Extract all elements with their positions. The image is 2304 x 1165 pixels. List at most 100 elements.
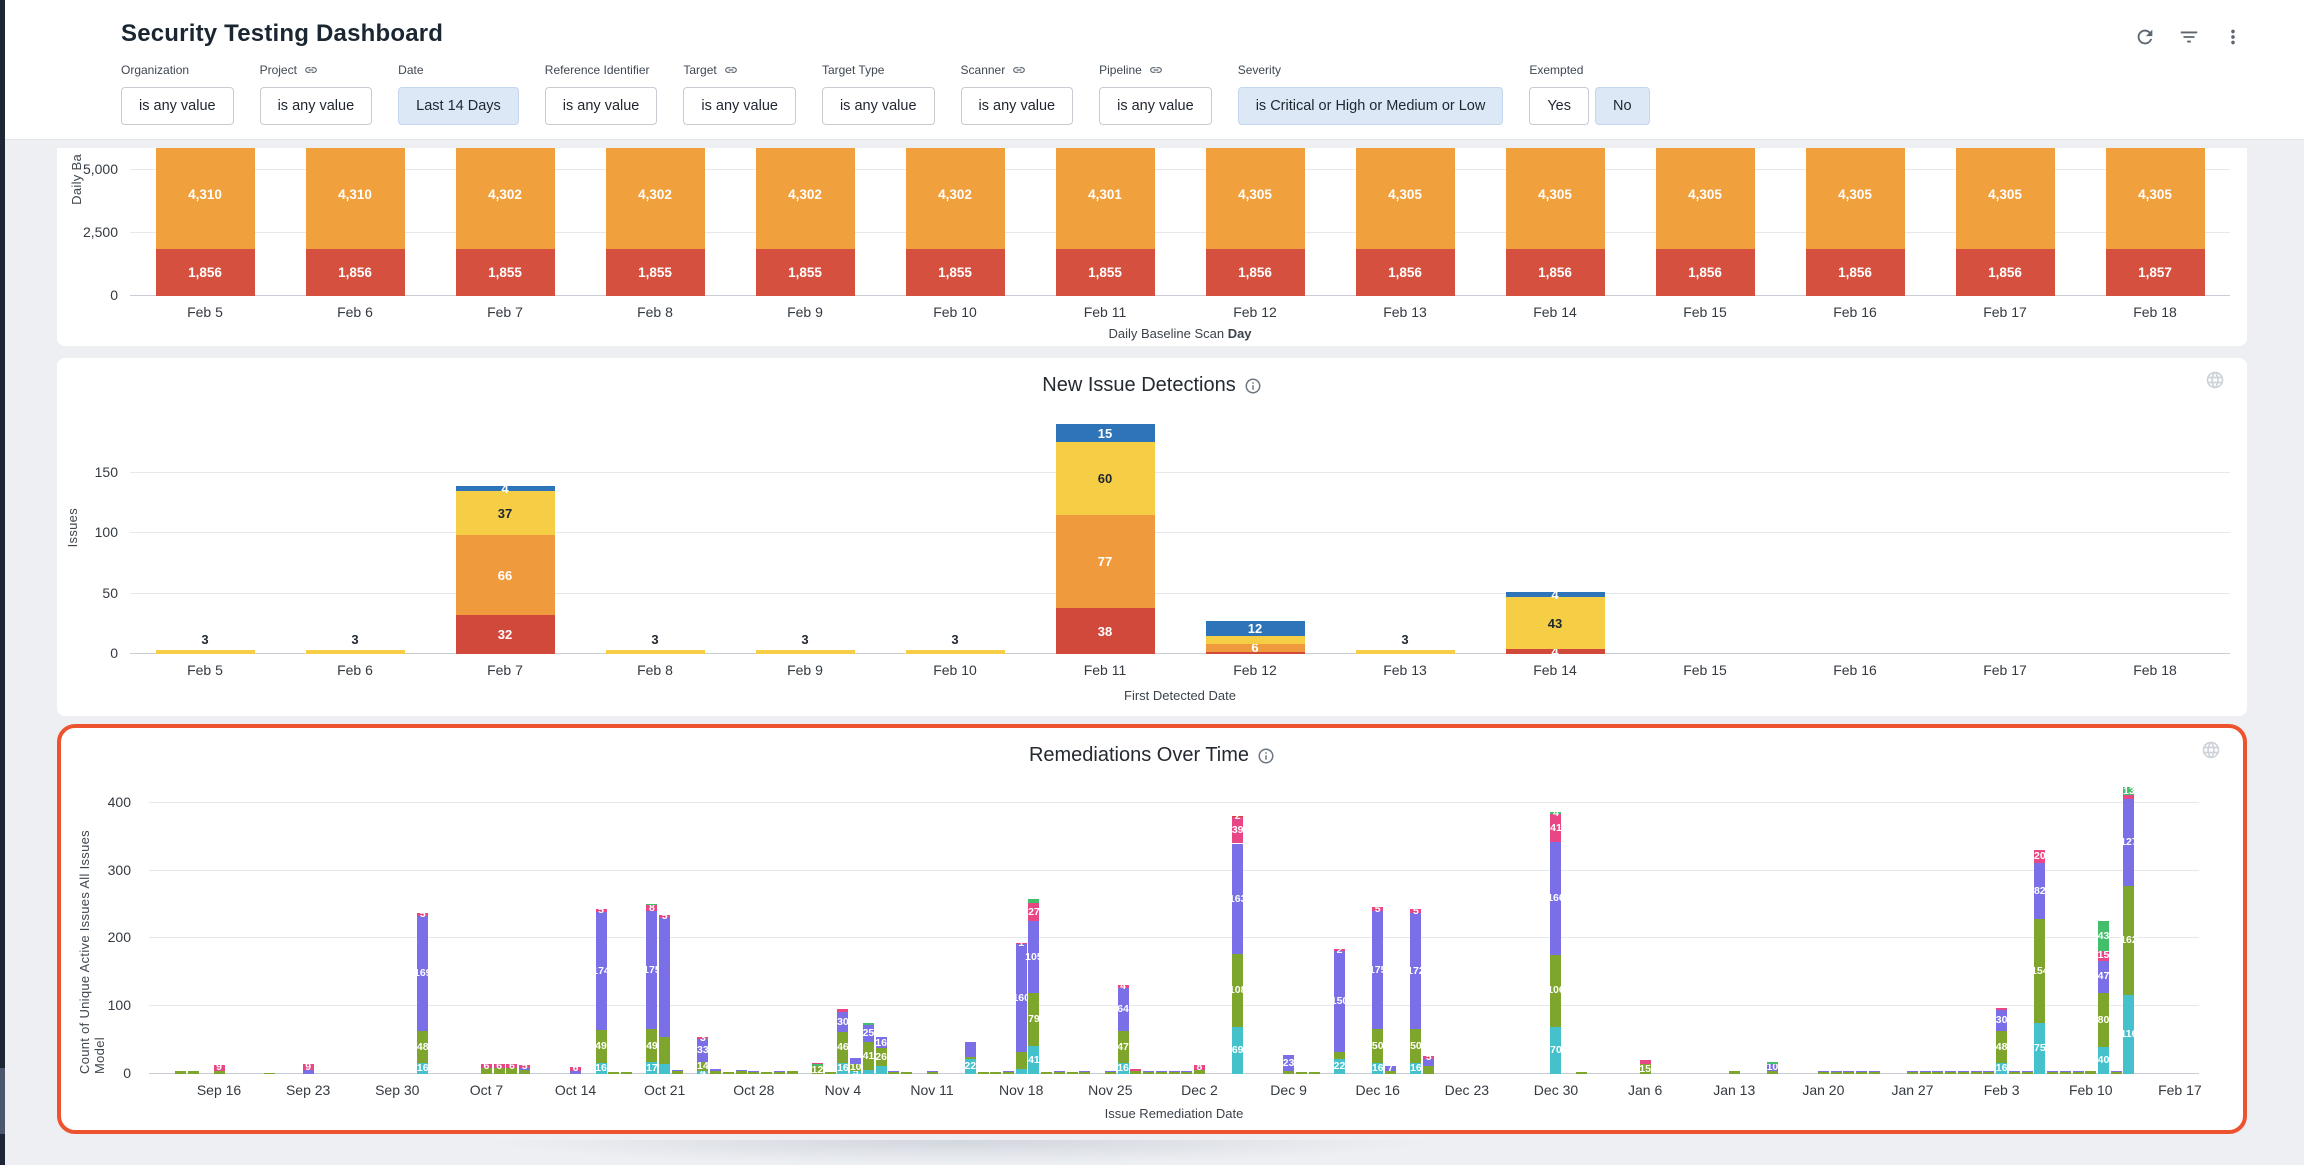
filter-chip-date[interactable]: Last 14 Days [398,87,519,125]
bar-segment[interactable] [2022,1071,2033,1072]
bar-segment[interactable]: 2 [1232,816,1243,817]
remediation-bar[interactable] [1971,1071,1982,1074]
bar-segment[interactable]: 6 [1206,644,1305,651]
bar-segment[interactable] [1028,899,1039,903]
remediation-bar[interactable] [1831,1071,1842,1074]
bar-segment[interactable]: 4 [1506,649,1605,654]
remediation-bar[interactable]: 2616 [876,1037,887,1074]
info-icon[interactable] [1257,747,1275,765]
bar-segment[interactable] [1869,1072,1880,1074]
bar-segment[interactable] [2009,1071,2020,1072]
remediation-bar[interactable]: 164630 [837,1009,848,1074]
remediation-bar[interactable]: 6 [494,1064,505,1074]
remediation-bar[interactable] [1143,1071,1154,1074]
remediation-bar[interactable]: 5 [1423,1056,1434,1074]
remediation-bar[interactable] [1169,1071,1180,1074]
remediation-bar[interactable]: 16491745 [596,909,607,1074]
bar-segment[interactable] [1206,636,1305,644]
bar-segment[interactable] [2047,1071,2058,1072]
bar-segment[interactable]: 77 [1056,515,1155,608]
remediation-bar[interactable]: 12 [812,1062,823,1074]
bar-segment[interactable]: 4,301 [1056,148,1155,249]
remediation-bar[interactable]: 8 [1194,1065,1205,1074]
remediation-bar[interactable] [1958,1071,1969,1074]
bar-segment[interactable]: 64 [1118,988,1129,1031]
daily-baseline-bar[interactable]: 4,3011,855 [1056,148,1155,296]
bar-segment[interactable] [2022,1072,2033,1074]
daily-baseline-bar[interactable]: 4,3051,856 [1806,148,1905,296]
remediation-bar[interactable]: 70106166414 [1550,812,1561,1074]
bar-segment[interactable] [1907,1072,1918,1074]
remediation-bar[interactable] [1576,1072,1587,1074]
bar-segment[interactable] [965,1057,976,1059]
remediation-bar[interactable] [2060,1071,2071,1074]
daily-baseline-bar[interactable]: 4,3051,856 [1206,148,1305,296]
remediation-bar[interactable] [1079,1071,1090,1074]
bar-segment[interactable] [188,1071,199,1074]
bar-segment[interactable] [1130,1071,1141,1074]
bar-segment[interactable] [1843,1071,1854,1072]
bar-segment[interactable]: 1,856 [306,249,405,296]
remediation-bar[interactable] [672,1070,683,1074]
bar-segment[interactable]: 4,305 [1356,148,1455,249]
bar-segment[interactable]: 22 [965,1059,976,1074]
filter-icon[interactable] [2178,26,2200,48]
bar-segment[interactable]: 1,856 [1656,249,1755,296]
bar-segment[interactable] [812,1064,823,1066]
remediation-bar[interactable] [787,1071,798,1074]
bar-segment[interactable] [1283,1071,1294,1074]
bar-segment[interactable] [1729,1071,1740,1074]
bar-segment[interactable]: 16 [417,1063,428,1074]
bar-segment[interactable] [1767,1062,1778,1064]
bar-segment[interactable] [156,650,255,654]
bar-segment[interactable] [1156,1072,1167,1074]
bar-segment[interactable] [825,1072,836,1074]
bar-segment[interactable] [850,1058,861,1064]
bar-segment[interactable] [927,1072,938,1074]
filter-chip-target[interactable]: is any value [683,87,796,125]
bar-segment[interactable]: 47 [1118,1031,1129,1063]
bar-segment[interactable]: 27 [1028,903,1039,921]
bar-segment[interactable]: 2 [1334,949,1345,950]
remediation-bar[interactable]: 69108163392 [1232,816,1243,1074]
bar-segment[interactable]: 175 [646,911,657,1030]
filter-chip-target-type[interactable]: is any value [822,87,935,125]
bar-segment[interactable] [2111,1072,2122,1074]
daily-baseline-bar[interactable]: 4,3051,856 [1356,148,1455,296]
daily-baseline-bar[interactable]: 4,3051,856 [1656,148,1755,296]
remediation-bar[interactable]: 510 [850,1058,861,1074]
bar-segment[interactable]: 16 [1372,1063,1383,1074]
remediation-bar[interactable] [1920,1071,1931,1074]
bar-segment[interactable]: 1,856 [1806,249,1905,296]
bar-segment[interactable]: 16 [1118,1063,1129,1074]
bar-segment[interactable]: 3 [697,1037,708,1039]
remediation-bar[interactable]: 22 [965,1042,976,1074]
remediation-bar[interactable] [927,1071,938,1074]
remediation-bar[interactable] [1054,1071,1065,1074]
daily-baseline-bar[interactable]: 4,3021,855 [606,148,705,296]
bar-segment[interactable] [1423,1066,1434,1074]
new-issue-bar[interactable]: 612 [1206,424,1305,654]
bar-segment[interactable] [659,918,670,1037]
bar-segment[interactable]: 22 [1334,1059,1345,1074]
remediation-bar[interactable] [748,1071,759,1074]
bar-segment[interactable]: 1,856 [1506,249,1605,296]
bar-segment[interactable]: 4,305 [1206,148,1305,249]
bar-segment[interactable]: 20 [2034,850,2045,864]
bar-segment[interactable] [748,1071,759,1072]
bar-segment[interactable] [1983,1072,1994,1074]
filter-option-yes[interactable]: Yes [1529,87,1589,125]
bar-segment[interactable] [1334,1052,1345,1059]
bar-segment[interactable]: 15 [2098,951,2109,961]
bar-segment[interactable] [1856,1072,1867,1074]
bar-segment[interactable]: 70 [1550,1027,1561,1074]
remediation-bar[interactable] [1945,1071,1956,1074]
more-menu-icon[interactable] [2222,26,2244,48]
bar-segment[interactable]: 82 [2034,863,2045,919]
remediation-bar[interactable] [1003,1071,1014,1074]
bar-segment[interactable] [1296,1072,1307,1074]
bar-segment[interactable] [965,1042,976,1057]
daily-baseline-bar[interactable]: 4,3101,856 [156,148,255,296]
filter-chip-pipeline[interactable]: is any value [1099,87,1212,125]
bar-segment[interactable] [748,1072,759,1074]
